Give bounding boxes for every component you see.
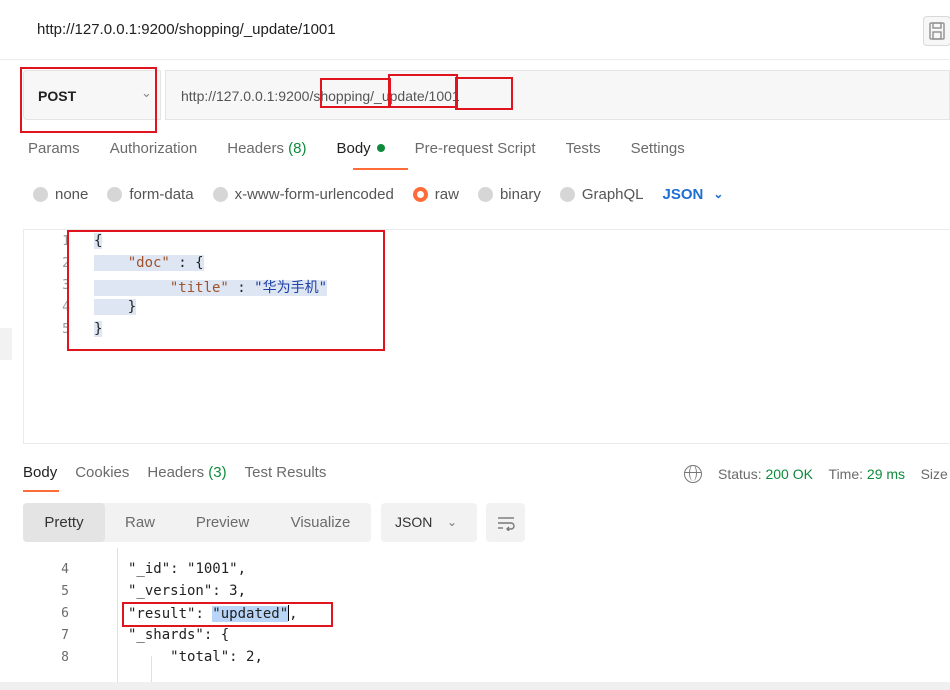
tab-test-results[interactable]: Test Results xyxy=(245,464,327,486)
response-time: 29 ms xyxy=(866,466,906,482)
save-icon-glyph xyxy=(929,22,945,40)
response-format-select[interactable]: JSON ⌄ xyxy=(381,503,477,542)
tab-response-headers[interactable]: Headers (3) xyxy=(147,464,226,486)
view-preview-button[interactable]: Preview xyxy=(175,503,270,542)
globe-icon[interactable] xyxy=(684,465,702,483)
sidebar-edge xyxy=(0,328,12,360)
response-line: 6 "result": "updated", xyxy=(61,605,298,622)
size-label: Size xyxy=(920,466,948,482)
editor-line: 5 } xyxy=(62,321,103,337)
tab-settings[interactable]: Settings xyxy=(631,140,685,166)
radio-graphql[interactable]: GraphQL xyxy=(559,186,644,203)
body-type-group: none form-data x-www-form-urlencoded raw… xyxy=(33,185,723,203)
editor-line: 2 "doc" : { xyxy=(62,255,204,271)
status-code: 200 OK xyxy=(765,466,813,482)
radio-raw[interactable]: raw xyxy=(412,186,459,203)
active-response-tab-indicator xyxy=(23,490,59,492)
radio-icon xyxy=(33,186,48,202)
editor-line: 4 } xyxy=(62,299,137,315)
active-tab-indicator xyxy=(353,168,408,170)
method-label: POST xyxy=(38,88,77,104)
tab-pre-request-script[interactable]: Pre-request Script xyxy=(415,140,536,166)
tab-authorization[interactable]: Authorization xyxy=(110,140,198,166)
radio-x-www-form-urlencoded[interactable]: x-www-form-urlencoded xyxy=(212,186,394,203)
request-bar: POST ⌄ http://127.0.0.1:9200/shopping/_u… xyxy=(23,70,950,120)
request-title: http://127.0.0.1:9200/shopping/_update/1… xyxy=(37,21,336,38)
chevron-down-icon: ⌄ xyxy=(141,85,152,100)
tab-headers[interactable]: Headers (8) xyxy=(227,140,306,166)
wrap-lines-icon[interactable] xyxy=(486,503,525,542)
response-tabs: Body Cookies Headers (3) Test Results xyxy=(23,464,344,486)
response-line: 4 "_id": "1001", xyxy=(61,561,247,577)
url-text: http://127.0.0.1:9200/shopping/_update/1… xyxy=(181,88,460,104)
bottom-edge xyxy=(0,682,950,690)
radio-icon xyxy=(107,186,123,202)
radio-icon xyxy=(212,186,228,202)
editor-line: 1 { xyxy=(62,233,103,249)
tab-params[interactable]: Params xyxy=(28,140,80,166)
radio-icon xyxy=(477,186,493,202)
request-tabs: Params Authorization Headers (8) Body Pr… xyxy=(28,140,715,166)
tab-tests[interactable]: Tests xyxy=(566,140,601,166)
request-body-editor[interactable]: 1 { 2 "doc" : { 3 "title" : "华为手机" 4 } 5… xyxy=(23,229,950,444)
chevron-down-icon: ⌄ xyxy=(447,515,458,529)
radio-none[interactable]: none xyxy=(33,186,88,203)
text-cursor xyxy=(288,605,290,621)
modified-dot-icon xyxy=(376,144,385,152)
wrap-lines-glyph xyxy=(497,516,515,531)
selected-text: "updated" xyxy=(212,606,289,622)
radio-selected-icon xyxy=(412,186,428,202)
url-input[interactable]: http://127.0.0.1:9200/shopping/_update/1… xyxy=(165,70,950,120)
radio-icon xyxy=(559,186,575,202)
view-pretty-button[interactable]: Pretty xyxy=(23,503,105,542)
save-icon[interactable] xyxy=(923,16,950,46)
response-status: Status: 200 OK Time: 29 ms Size xyxy=(684,465,948,483)
response-line: 8 "total": 2, xyxy=(61,649,263,665)
tab-cookies[interactable]: Cookies xyxy=(75,464,129,486)
response-line: 5 "_version": 3, xyxy=(61,583,247,599)
tab-response-body[interactable]: Body xyxy=(23,464,57,486)
response-body[interactable]: 4 "_id": "1001", 5 "_version": 3, 6 "res… xyxy=(23,548,950,690)
response-line: 7 "_shards": { xyxy=(61,627,230,643)
view-mode-group: Pretty Raw Preview Visualize xyxy=(23,503,371,542)
window-titlebar: http://127.0.0.1:9200/shopping/_update/1… xyxy=(0,0,950,60)
tab-body[interactable]: Body xyxy=(336,140,385,166)
radio-binary[interactable]: binary xyxy=(477,186,541,203)
view-visualize-button[interactable]: Visualize xyxy=(270,503,371,542)
view-raw-button[interactable]: Raw xyxy=(105,503,175,542)
chevron-down-icon: ⌄ xyxy=(713,187,724,201)
radio-form-data[interactable]: form-data xyxy=(107,186,194,203)
body-format-select[interactable]: JSON ⌄ xyxy=(663,186,724,203)
method-select[interactable]: POST ⌄ xyxy=(23,70,161,120)
editor-line: 3 "title" : "华为手机" xyxy=(62,278,328,296)
